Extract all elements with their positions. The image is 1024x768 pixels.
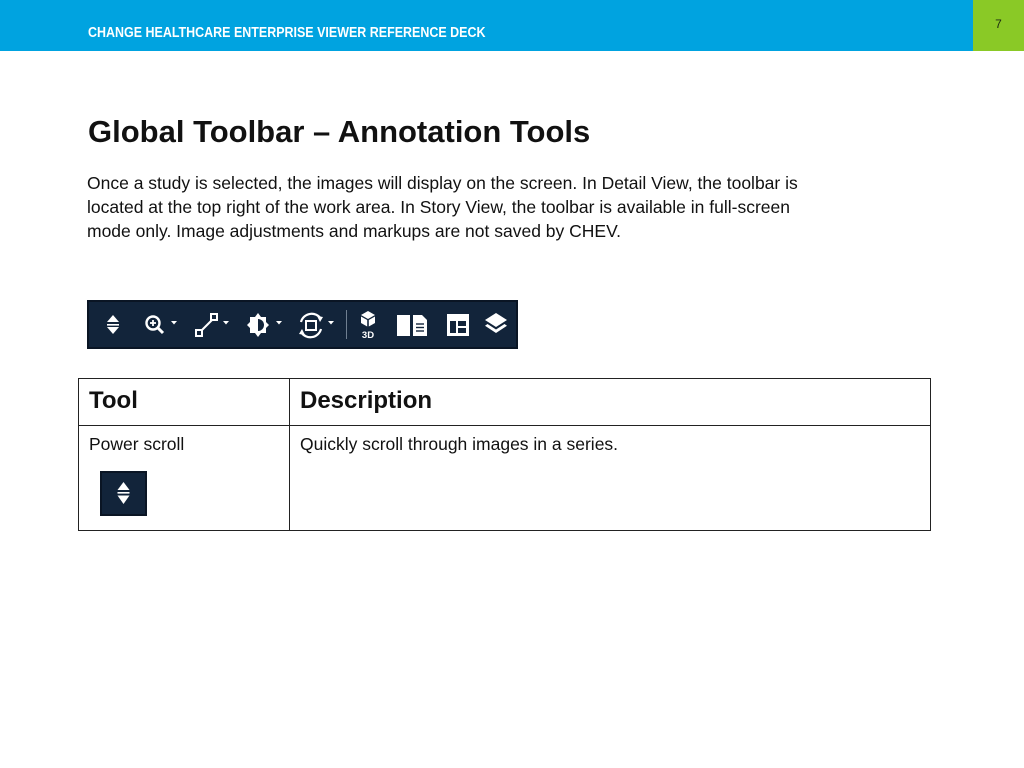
header-tool: Tool: [78, 378, 290, 426]
toolbar-separator: [346, 310, 347, 339]
intro-paragraph: Once a study is selected, the images wil…: [87, 173, 798, 241]
table-row: Power scroll Quickly scroll through imag…: [78, 425, 931, 531]
power-scroll-icon: [100, 471, 147, 516]
slide-title: Global Toolbar – Annotation Tools: [88, 114, 591, 149]
power-scroll-icon[interactable]: [103, 302, 123, 347]
tools-table: Tool Description Power scroll Quickly sc…: [78, 378, 931, 531]
measure-line-icon[interactable]: [192, 302, 236, 347]
3d-label: 3D: [362, 330, 374, 341]
window-level-icon[interactable]: [245, 302, 289, 347]
layers-icon[interactable]: [483, 302, 509, 347]
3d-icon[interactable]: 3D: [357, 302, 379, 347]
annotation-toolbar: 3D: [87, 300, 518, 349]
header-bar: CHANGE HEALTHCARE ENTERPRISE VIEWER REFE…: [0, 0, 973, 51]
tool-cell: Power scroll: [78, 425, 290, 531]
layout-grid-icon[interactable]: [444, 302, 472, 347]
page-number: 7: [995, 17, 1002, 31]
description-cell: Quickly scroll through images in a serie…: [289, 425, 931, 531]
layout-book-icon[interactable]: [394, 302, 430, 347]
table-header-row: Tool Description: [78, 378, 931, 426]
zoom-icon[interactable]: [141, 302, 183, 347]
deck-title: CHANGE HEALTHCARE ENTERPRISE VIEWER REFE…: [88, 25, 486, 41]
rotate-flip-icon[interactable]: [295, 302, 341, 347]
page-number-box: 7: [973, 0, 1024, 51]
tool-name: Power scroll: [89, 434, 185, 454]
header-description: Description: [289, 378, 931, 426]
